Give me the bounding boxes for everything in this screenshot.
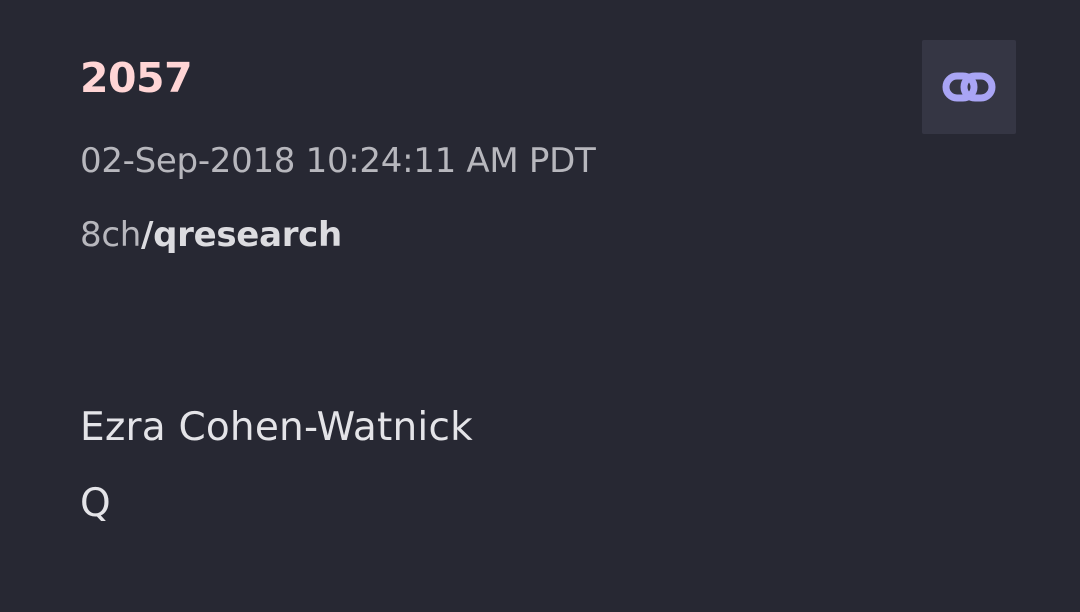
post-body: Ezra Cohen-Watnick Q xyxy=(80,390,473,542)
post-body-line: Ezra Cohen-Watnick xyxy=(80,405,473,450)
board-link[interactable]: 8ch/qresearch xyxy=(80,214,342,256)
board-name: qresearch xyxy=(153,215,342,255)
board-site: 8ch xyxy=(80,215,141,255)
chain-link-icon xyxy=(942,72,996,102)
board-separator: / xyxy=(140,215,154,255)
post-number[interactable]: 2057 xyxy=(80,52,193,104)
permalink-button[interactable] xyxy=(922,40,1016,134)
post: 2057 02-Sep-2018 10:24:11 AM PDT 8ch/qre… xyxy=(80,0,1000,612)
post-body-line: Q xyxy=(80,481,111,526)
post-timestamp: 02-Sep-2018 10:24:11 AM PDT xyxy=(80,141,596,181)
